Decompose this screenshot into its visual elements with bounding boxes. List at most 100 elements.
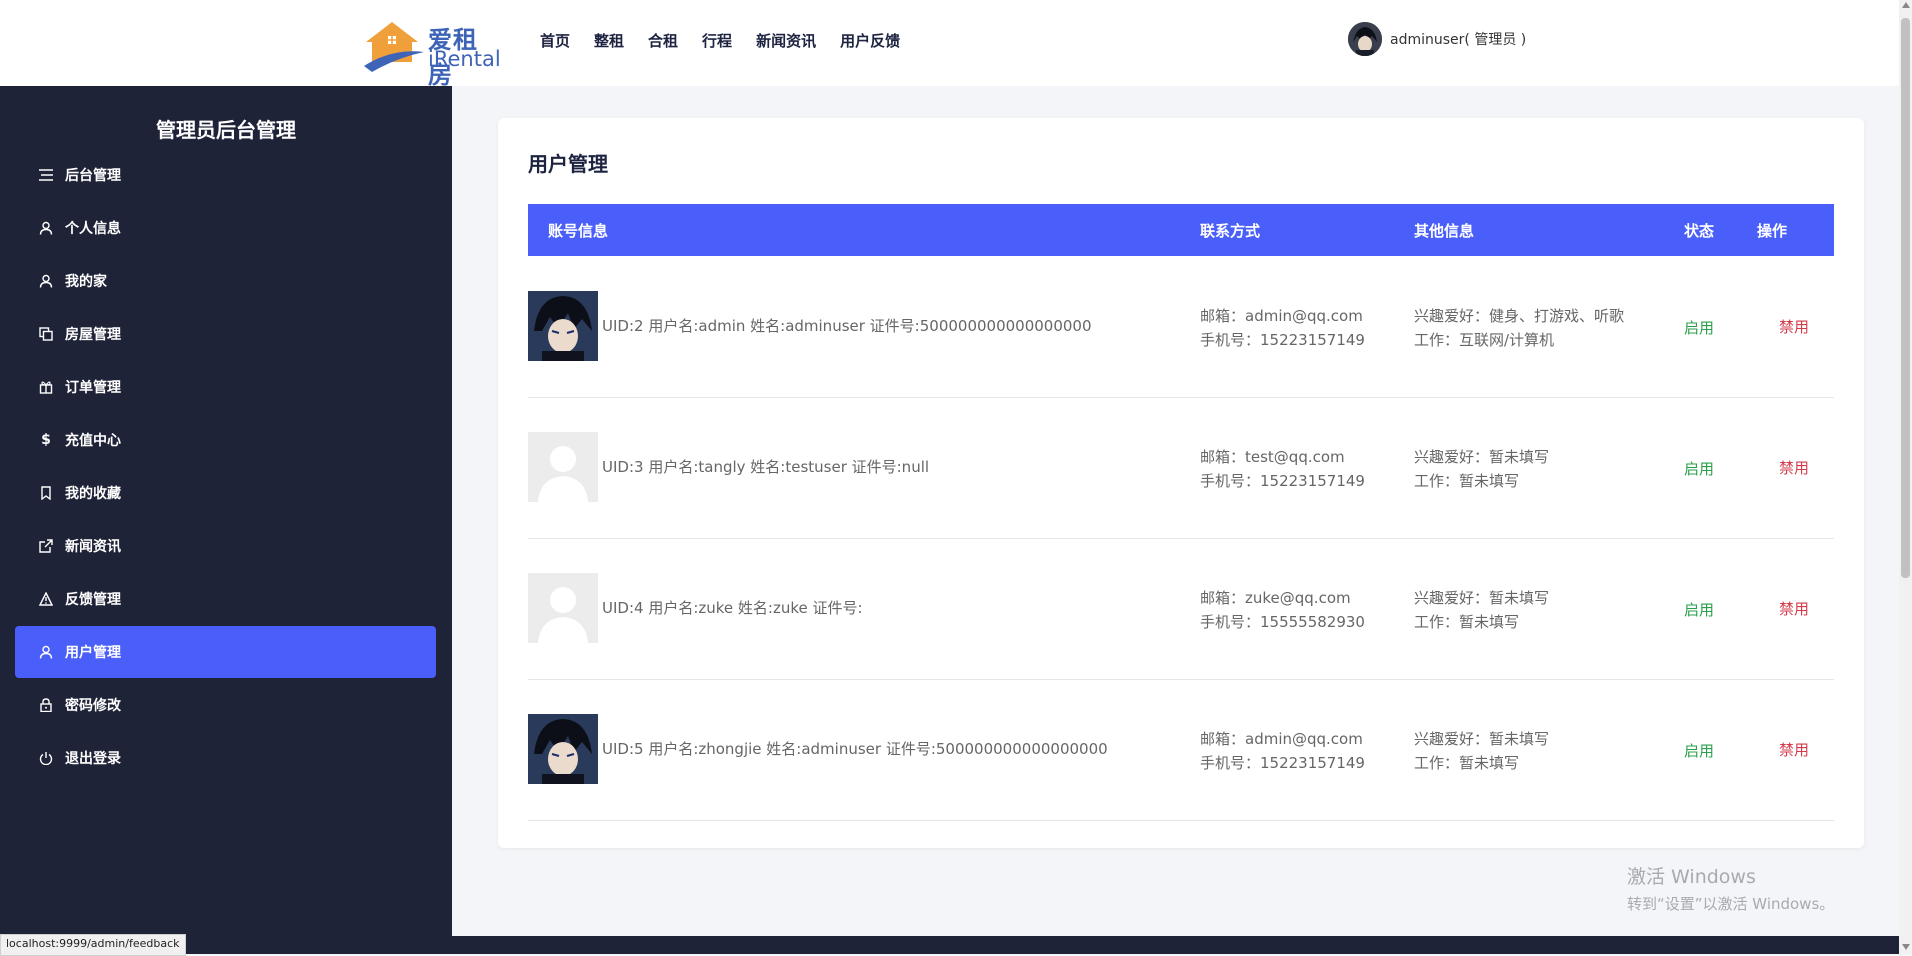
table-row: UID:5 用户名:zhongjie 姓名:adminuser 证件号:5000… [528,679,1834,821]
sidebar-item-label: 我的收藏 [65,486,121,502]
account-info: UID:2 用户名:admin 姓名:adminuser 证件号:5000000… [602,317,1092,335]
sidebar-item-label: 用户管理 [65,645,121,661]
sidebar-item-news[interactable]: 新闻资讯 [15,520,436,572]
sidebar-item-label: 密码修改 [65,698,121,714]
email-text: 邮箱：admin@qq.com [1200,307,1363,325]
sidebar-item-favorites[interactable]: 我的收藏 [15,467,436,519]
other-info: 兴趣爱好：健身、打游戏、听歌 工作：互联网/计算机 [1414,304,1624,352]
user-avatar [528,714,598,784]
table-row: UID:3 用户名:tangly 姓名:testuser 证件号:null 邮箱… [528,397,1834,539]
user-icon [38,220,54,236]
dollar-icon: $ [41,432,51,448]
vertical-scrollbar[interactable] [1899,0,1912,954]
job-text: 工作：暂未填写 [1414,613,1520,631]
sidebar-item-recharge[interactable]: $ 充值中心 [15,414,436,466]
house-logo-icon [364,22,424,72]
sidebar-item-label: 个人信息 [65,221,121,237]
email-text: 邮箱：test@qq.com [1200,448,1345,466]
avatar[interactable] [1348,22,1382,56]
scroll-down-arrow-icon[interactable] [1902,944,1910,950]
bookmark-icon [38,485,54,501]
windows-activation-watermark: 激活 Windows 转到“设置”以激活 Windows。 [1627,862,1834,914]
external-link-icon [38,538,54,554]
sidebar-item-label: 订单管理 [65,380,121,396]
scrollbar-thumb[interactable] [1901,18,1910,578]
sidebar-item-label: 反馈管理 [65,592,121,608]
user-avatar [528,432,598,502]
nav-news[interactable]: 新闻资讯 [756,30,816,51]
watermark-line1: 激活 Windows [1627,866,1756,888]
job-text: 工作：暂未填写 [1414,754,1520,772]
sidebar-item-label: 我的家 [65,274,107,290]
job-text: 工作：互联网/计算机 [1414,331,1555,349]
other-info: 兴趣爱好：暂未填写 工作：暂未填写 [1414,727,1549,775]
contact-info: 邮箱：admin@qq.com 手机号：15223157149 [1200,727,1365,775]
col-other: 其他信息 [1414,222,1475,240]
logo-en-text: iRental [428,47,501,71]
sidebar-item-label: 后台管理 [65,168,121,184]
hobby-text: 兴趣爱好：暂未填写 [1414,448,1550,466]
user-management-card: 用户管理 账号信息 联系方式 其他信息 状态 操作 UID:2 用户名:admi… [498,118,1864,848]
account-info: UID:3 用户名:tangly 姓名:testuser 证件号:null [602,458,930,476]
nav-whole-rent[interactable]: 整租 [594,30,624,51]
status-badge: 启用 [1684,319,1715,337]
other-info: 兴趣爱好：暂未填写 工作：暂未填写 [1414,445,1549,493]
disable-button[interactable]: 禁用 [1779,739,1809,760]
status-bar-url: localhost:9999/admin/feedback [0,934,186,956]
contact-info: 邮箱：zuke@qq.com 手机号：15555582930 [1200,586,1365,634]
watermark-line2: 转到“设置”以激活 Windows。 [1627,895,1835,913]
table-row: UID:2 用户名:admin 姓名:adminuser 证件号:5000000… [528,256,1834,398]
col-account: 账号信息 [548,222,609,240]
hobby-text: 兴趣爱好：健身、打游戏、听歌 [1414,307,1625,325]
sidebar: 管理员后台管理 后台管理 个人信息 我的家 房屋管理 订单管理 $ 充值中心 我… [0,86,452,936]
user-icon [38,273,54,289]
sidebar-item-label: 新闻资讯 [65,539,121,555]
warning-icon [38,591,54,607]
hobby-text: 兴趣爱好：暂未填写 [1414,589,1550,607]
sidebar-item-password[interactable]: 密码修改 [15,679,436,731]
page-title: 用户管理 [528,152,608,176]
sidebar-item-orders[interactable]: 订单管理 [15,361,436,413]
sidebar-item-users[interactable]: 用户管理 [15,626,436,678]
hobby-text: 兴趣爱好：暂未填写 [1414,730,1550,748]
nav-shared-rent[interactable]: 合租 [648,30,678,51]
account-info: UID:4 用户名:zuke 姓名:zuke 证件号: [602,599,863,617]
status-badge: 启用 [1684,742,1715,760]
sidebar-title: 管理员后台管理 [156,118,296,142]
sidebar-item-my-home[interactable]: 我的家 [15,255,436,307]
sidebar-item-houses[interactable]: 房屋管理 [15,308,436,360]
user-icon [38,644,54,660]
table-header: 账号信息 联系方式 其他信息 状态 操作 [528,204,1834,256]
main-nav: 首页 整租 合租 行程 新闻资讯 用户反馈 [540,30,924,51]
job-text: 工作：暂未填写 [1414,472,1520,490]
status-badge: 启用 [1684,460,1715,478]
contact-info: 邮箱：test@qq.com 手机号：15223157149 [1200,445,1365,493]
phone-text: 手机号：15223157149 [1200,754,1365,772]
nav-trips[interactable]: 行程 [702,30,732,51]
sidebar-item-label: 退出登录 [65,751,121,767]
disable-button[interactable]: 禁用 [1779,457,1809,478]
disable-button[interactable]: 禁用 [1779,316,1809,337]
user-menu[interactable]: adminuser( 管理员 ) [1348,22,1526,56]
nav-feedback[interactable]: 用户反馈 [840,30,900,51]
email-text: 邮箱：admin@qq.com [1200,730,1363,748]
user-name[interactable]: adminuser( 管理员 ) [1390,29,1526,49]
sidebar-item-dashboard[interactable]: 后台管理 [15,149,436,201]
menu-lines-icon [38,167,54,183]
status-badge: 启用 [1684,601,1715,619]
irental-logo[interactable]: 爱租房 iRental [362,18,502,89]
bottom-bar [0,936,1899,954]
lock-icon [38,697,54,713]
sidebar-item-logout[interactable]: 退出登录 [15,732,436,784]
col-status: 状态 [1684,222,1715,240]
scroll-up-arrow-icon[interactable] [1902,2,1910,8]
other-info: 兴趣爱好：暂未填写 工作：暂未填写 [1414,586,1549,634]
account-info: UID:5 用户名:zhongjie 姓名:adminuser 证件号:5000… [602,740,1108,758]
sidebar-item-feedback[interactable]: 反馈管理 [15,573,436,625]
disable-button[interactable]: 禁用 [1779,598,1809,619]
user-avatar [528,291,598,361]
sidebar-item-profile[interactable]: 个人信息 [15,202,436,254]
email-text: 邮箱：zuke@qq.com [1200,589,1351,607]
nav-home[interactable]: 首页 [540,30,570,51]
user-avatar [528,573,598,643]
